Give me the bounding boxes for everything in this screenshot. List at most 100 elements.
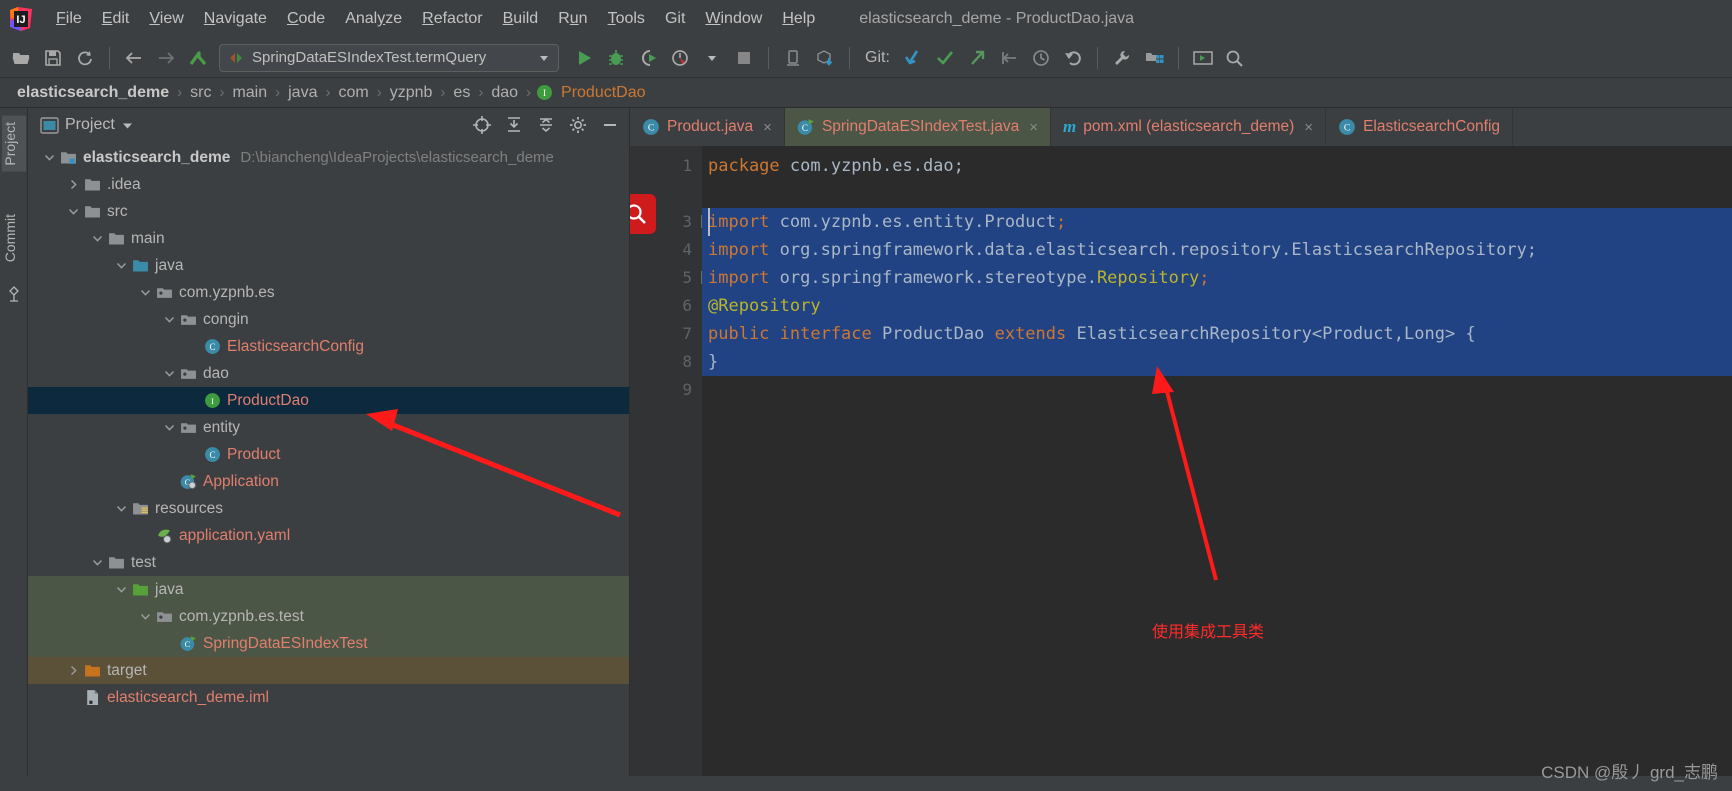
menu-item-run[interactable]: Run — [548, 7, 597, 31]
editor-tab-elasticsearchconfig[interactable]: C ElasticsearchConfig — [1326, 108, 1514, 146]
chevron-down-icon[interactable] — [112, 257, 130, 275]
tree-node-application[interactable]: C Application — [28, 468, 629, 495]
gutter-line-number[interactable]: 1 — [630, 152, 702, 180]
gutter-line-number[interactable]: 5 — [630, 264, 714, 292]
tree-node-com-yzpnb-es-test[interactable]: com.yzpnb.es.test — [28, 603, 629, 630]
code-line[interactable]: import com.yzpnb.es.entity.Product; — [702, 208, 1732, 236]
gutter-line-number[interactable]: 8 — [630, 348, 702, 376]
breadcrumb-item-main[interactable]: main — [229, 84, 270, 102]
tree-node-test[interactable]: test — [28, 549, 629, 576]
menu-item-code[interactable]: Code — [277, 7, 335, 31]
update-project-icon[interactable] — [898, 43, 928, 73]
chevron-down-icon[interactable] — [112, 500, 130, 518]
forward-arrow-icon[interactable] — [151, 43, 181, 73]
breadcrumb-item-es[interactable]: es — [450, 84, 473, 102]
hide-panel-icon[interactable] — [597, 112, 623, 138]
chevron-down-icon[interactable] — [160, 311, 178, 329]
editor-tab-close-icon[interactable]: × — [763, 119, 772, 136]
breadcrumb-item-yzpnb[interactable]: yzpnb — [387, 84, 436, 102]
chevron-down-icon[interactable] — [64, 203, 82, 221]
run-button[interactable] — [569, 43, 599, 73]
code-line[interactable]: package com.yzpnb.es.dao; — [702, 152, 1732, 180]
breadcrumb-item-java[interactable]: java — [285, 84, 320, 102]
menu-item-tools[interactable]: Tools — [598, 7, 655, 31]
revert-icon[interactable] — [1058, 43, 1088, 73]
commit-icon[interactable] — [930, 43, 960, 73]
save-icon[interactable] — [38, 43, 68, 73]
debug-button[interactable] — [601, 43, 631, 73]
menu-item-refactor[interactable]: Refactor — [412, 7, 492, 31]
menu-item-navigate[interactable]: Navigate — [194, 7, 277, 31]
menu-item-analyze[interactable]: Analyze — [335, 7, 412, 31]
code-line[interactable] — [702, 376, 1732, 404]
menu-item-git[interactable]: Git — [655, 7, 695, 31]
stripe-button-project[interactable]: Project — [2, 116, 26, 172]
tree-node-application-yaml[interactable]: application.yaml — [28, 522, 629, 549]
menu-item-view[interactable]: View — [139, 7, 193, 31]
search-badge-icon[interactable] — [630, 194, 656, 234]
open-folder-icon[interactable] — [6, 43, 36, 73]
tree-node-src[interactable]: src — [28, 198, 629, 225]
code-line[interactable]: } — [702, 348, 1732, 376]
structure-icon[interactable] — [6, 286, 22, 306]
tree-node-congin[interactable]: congin — [28, 306, 629, 333]
chevron-down-icon[interactable] — [88, 554, 106, 572]
editor-tab-pom-xml-elasticsearch-deme-[interactable]: m pom.xml (elasticsearch_deme) × — [1051, 108, 1327, 146]
back-arrow-icon[interactable] — [119, 43, 149, 73]
tree-node-elasticsearch-deme-iml[interactable]: elasticsearch_deme.iml — [28, 684, 629, 711]
code-line[interactable]: import org.springframework.stereotype.Re… — [702, 264, 1732, 292]
breadcrumb-item-productdao[interactable]: ProductDao — [558, 84, 649, 102]
editor-tab-close-icon[interactable]: × — [1304, 119, 1313, 136]
terminal-icon[interactable] — [1188, 43, 1218, 73]
code-line[interactable]: public interface ProductDao extends Elas… — [702, 320, 1732, 348]
breadcrumb-item-dao[interactable]: dao — [488, 84, 521, 102]
profile-dropdown-icon[interactable] — [697, 43, 727, 73]
project-tree[interactable]: elasticsearch_deme D:\biancheng\IdeaProje… — [28, 142, 629, 776]
project-structure-icon[interactable] — [1139, 43, 1169, 73]
editor-gutter[interactable]: 13−4567e89 — [630, 146, 723, 776]
chevron-down-icon[interactable] — [160, 419, 178, 437]
collapse-all-icon[interactable] — [533, 112, 559, 138]
gutter-line-number[interactable]: 7e — [630, 320, 723, 348]
stripe-button-commit[interactable]: Commit — [2, 208, 26, 268]
editor-tab-bar[interactable]: C Product.java × C SpringDataESIndexTest.jav… — [630, 108, 1732, 146]
menu-item-window[interactable]: Window — [695, 7, 772, 31]
editor-tab-close-icon[interactable]: × — [1029, 119, 1038, 136]
chevron-down-icon[interactable] — [88, 230, 106, 248]
gutter-line-number[interactable]: 4 — [630, 236, 702, 264]
run-with-coverage-button[interactable] — [633, 43, 663, 73]
push-icon[interactable] — [962, 43, 992, 73]
breadcrumb-item-com[interactable]: com — [335, 84, 371, 102]
run-configuration-selector[interactable]: SpringDataESIndexTest.termQuery — [219, 43, 559, 72]
gutter-line-number[interactable]: 6 — [630, 292, 702, 320]
tree-node-productdao[interactable]: I ProductDao — [28, 387, 629, 414]
tree-node-resources[interactable]: resources — [28, 495, 629, 522]
code-line[interactable]: @Repository — [702, 292, 1732, 320]
menu-item-file[interactable]: File — [46, 7, 92, 31]
editor-tab-product-java[interactable]: C Product.java × — [630, 108, 785, 146]
menu-item-build[interactable]: Build — [493, 7, 549, 31]
editor-code-content[interactable]: package com.yzpnb.es.dao; import com.yzp… — [702, 146, 1732, 776]
tree-node-dao[interactable]: dao — [28, 360, 629, 387]
tree-node-java[interactable]: java — [28, 576, 629, 603]
breadcrumb-item-project[interactable]: elasticsearch_deme — [14, 84, 172, 102]
history-icon[interactable] — [1026, 43, 1056, 73]
tree-node-target[interactable]: target — [28, 657, 629, 684]
rollback-branch-icon[interactable] — [994, 43, 1024, 73]
settings-gear-icon[interactable] — [565, 112, 591, 138]
sdk-download-icon[interactable] — [810, 43, 840, 73]
chevron-down-icon[interactable] — [136, 608, 154, 626]
expand-all-icon[interactable] — [501, 112, 527, 138]
chevron-down-icon[interactable] — [112, 581, 130, 599]
chevron-down-icon[interactable] — [40, 149, 58, 167]
sync-icon[interactable] — [70, 43, 100, 73]
tree-node-java[interactable]: java — [28, 252, 629, 279]
menu-item-edit[interactable]: Edit — [92, 7, 140, 31]
select-opened-file-icon[interactable] — [469, 112, 495, 138]
stop-button[interactable] — [729, 43, 759, 73]
code-line[interactable] — [702, 180, 1732, 208]
search-everywhere-icon[interactable] — [1220, 43, 1250, 73]
chevron-down-icon[interactable] — [136, 284, 154, 302]
code-editor[interactable]: 13−4567e89 package com.yzpnb.es.dao; imp… — [630, 146, 1732, 776]
chevron-right-icon[interactable] — [64, 176, 82, 194]
